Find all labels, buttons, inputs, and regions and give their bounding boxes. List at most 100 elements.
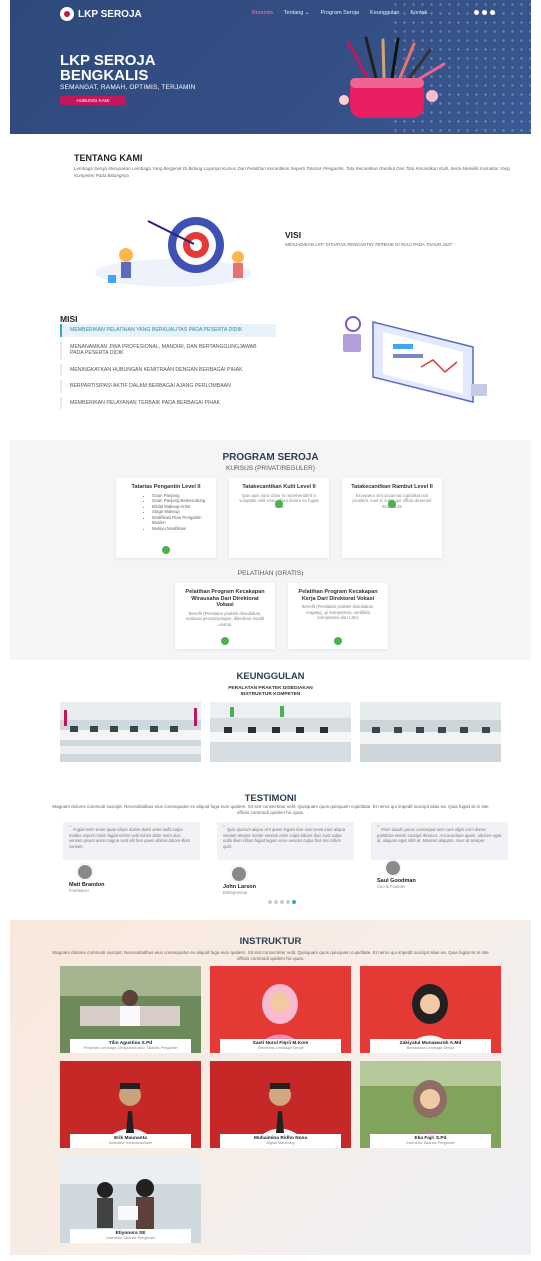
about-section: TENTANG KAMI Lembaga Seroja Merupakan Le… bbox=[10, 150, 531, 190]
nav-item-beranda[interactable]: Beranda bbox=[252, 10, 273, 16]
instructor-label: Zakiyatul Munawaroh A.Md Bendahara Lemba… bbox=[370, 1039, 491, 1053]
author-role: Freelancer bbox=[69, 888, 90, 893]
instructor-label: Tilin Agustina S.Pd Pimpinan Lembaga Ser… bbox=[70, 1039, 191, 1053]
logo[interactable]: LKP SEROJA bbox=[60, 7, 142, 21]
course-title: Tatakecantikan Rambut Level II bbox=[351, 484, 433, 490]
avatar bbox=[385, 860, 401, 876]
classroom-photo bbox=[360, 702, 501, 762]
navbar: LKP SEROJA Beranda Tentang ⌄ Program Ser… bbox=[10, 7, 531, 25]
instructor-role: Pimpinan Lembaga Seroja/Instruktur Tatar… bbox=[83, 1046, 178, 1050]
advantages-section: KEUNGGULAN PERALATAN PRAKTEK DISEDIAKAN … bbox=[10, 665, 531, 775]
program-title: PROGRAM SEROJA bbox=[222, 452, 319, 463]
training-description: Benefit (Peralatan praktek disediakan, m… bbox=[301, 604, 375, 621]
makeup-bag-illustration bbox=[339, 36, 446, 118]
instructor-role: Bendahara Lembaga Seroja bbox=[406, 1046, 455, 1050]
instructor-title: INSTRUKTUR bbox=[239, 936, 302, 947]
mission-item[interactable]: MENANAMKAN JIWA PROFESIONAL, MANDIRI, DA… bbox=[60, 340, 276, 360]
testimonial-lead: Magnam dolores commodi suscipit. Necessi… bbox=[52, 804, 489, 815]
instructor-role: Sekretaris Lembaga Seroja bbox=[257, 1046, 304, 1050]
target-illustration bbox=[95, 217, 251, 287]
instructor-card[interactable]: Eka Fajri S.Pd Instruktur Tatarias Penga… bbox=[360, 1061, 501, 1148]
carousel-pager bbox=[268, 900, 296, 904]
mission-item[interactable]: MEMBERIKAN PELATIHAN YANG BERKUALITAS PA… bbox=[60, 324, 276, 337]
testimonial-quote: Fugiat enim eram quae cillum dolore dolo… bbox=[69, 827, 191, 849]
testimonial-author: Saul Goodman Ceo & Founder bbox=[371, 860, 508, 889]
instructor-lead: Magnam dolores commodi suscipit. Necessi… bbox=[52, 950, 489, 961]
training-card[interactable]: Pelatihan Program Kecakapan Wirausaha Da… bbox=[175, 583, 275, 649]
testimonial-title: TESTIMONI bbox=[244, 793, 297, 804]
mission-item[interactable]: MEMBERIKAN PELAYANAN TERBAIK PADA BERBAG… bbox=[60, 396, 276, 409]
instructor-card[interactable]: Muhaimina Ridho Nosa Digital Marketing bbox=[210, 1061, 351, 1148]
course-toggle-icon[interactable] bbox=[388, 500, 396, 508]
testimonial-card: “ Proin iaculis purus consequat sem cure… bbox=[371, 822, 508, 860]
instructor-label: Muhaimina Ridho Nosa Digital Marketing bbox=[220, 1134, 341, 1148]
course-list-item: Gaun Panjang Berkerudung bbox=[152, 498, 208, 504]
dashboard-illustration bbox=[343, 316, 487, 403]
nav-item-tentang[interactable]: Tentang ⌄ bbox=[284, 10, 310, 16]
nav-item-kontak[interactable]: Kontak bbox=[410, 10, 427, 16]
instructor-label: Etiyonora SE Instruktur Tatarias Pengant… bbox=[70, 1229, 191, 1243]
training-title: Pelatihan Program Kecakapan Kerja Dari D… bbox=[298, 589, 378, 602]
course-toggle-icon[interactable] bbox=[162, 546, 170, 554]
advantages-subtitle-line: INSTRUKTUR KOMPETEN bbox=[240, 692, 301, 697]
instructor-card[interactable]: Sasti Nurul Fiqrii M.Kom Sekretaris Lemb… bbox=[210, 966, 351, 1053]
course-title: Tatarias Pengantin Level II bbox=[131, 484, 201, 490]
course-list: Gaun Panjang Gaun Panjang Berkerudung Br… bbox=[124, 493, 208, 532]
instructor-role: Instruktur Tatarias Pengantin bbox=[406, 1141, 455, 1145]
nav-menu: Beranda Tentang ⌄ Program Seroja Keunggu… bbox=[252, 10, 428, 16]
testimonial-section: TESTIMONI Magnam dolores commodi suscipi… bbox=[10, 790, 531, 904]
vision-title: VISI bbox=[285, 230, 302, 240]
nav-item-program[interactable]: Program Seroja bbox=[321, 10, 360, 16]
course-card[interactable]: Tatakecantikan Rambut Level II Excepteur… bbox=[342, 478, 442, 558]
training-title: Pelatihan Program Kecakapan Wirausaha Da… bbox=[185, 589, 265, 608]
instructor-section: INSTRUKTUR Magnam dolores commodi suscip… bbox=[10, 920, 531, 1255]
training-toggle-icon[interactable] bbox=[334, 637, 342, 645]
course-list-item: Modifikasi Riau Pengantin Muslim bbox=[152, 515, 208, 526]
social-links bbox=[474, 10, 495, 15]
instructor-role: Instruktur Kewirausahaan bbox=[108, 1141, 153, 1145]
course-toggle-icon[interactable] bbox=[275, 500, 283, 508]
avatar bbox=[231, 866, 247, 882]
facebook-icon[interactable] bbox=[482, 10, 487, 15]
mission-item[interactable]: BERPARTISIPASI AKTIF DALAM BERBAGAI AJAN… bbox=[60, 380, 276, 393]
testimonial-quote: Proin iaculis purus consequat sem cure d… bbox=[377, 827, 502, 843]
instagram-icon[interactable] bbox=[490, 10, 495, 15]
instructor-label: Sasti Nurul Fiqrii M.Kom Sekretaris Lemb… bbox=[220, 1039, 341, 1053]
about-title: TENTANG KAMI bbox=[74, 153, 143, 163]
mission-title: MISI bbox=[60, 314, 78, 324]
instructor-card[interactable]: Tilin Agustina S.Pd Pimpinan Lembaga Ser… bbox=[60, 966, 201, 1053]
pager-dot[interactable] bbox=[286, 900, 290, 904]
pager-dot[interactable] bbox=[280, 900, 284, 904]
training-card[interactable]: Pelatihan Program Kecakapan Kerja Dari D… bbox=[288, 583, 388, 649]
course-title: Tatakecantikan Kulit Level II bbox=[242, 484, 316, 490]
advantages-title: KEUNGGULAN bbox=[236, 671, 305, 682]
kursus-label: KURSUS (PRIVAT/REGULER) bbox=[226, 465, 315, 472]
contact-button[interactable]: HUBUNGI KAMI bbox=[60, 96, 126, 105]
training-toggle-icon[interactable] bbox=[221, 637, 229, 645]
about-description: Lembaga Seroja Merupakan Lembaga Yang Be… bbox=[74, 166, 510, 178]
instructor-label: Erik Maunanta Instruktur Kewirausahaan bbox=[70, 1134, 191, 1148]
pager-dot[interactable] bbox=[268, 900, 272, 904]
vision-description: MENJADIKAN LKP TATARIAS PENGANTIN TERBAI… bbox=[285, 242, 453, 247]
testimonial-quote: Quis quorum aliqua sint quem legam fore … bbox=[223, 827, 346, 849]
hero-title: LKP SEROJA BENGKALIS bbox=[60, 52, 156, 84]
testimonial-author: John Larson Entrepreneur bbox=[217, 866, 354, 895]
instructor-card[interactable]: Zakiyatul Munawaroh A.Md Bendahara Lemba… bbox=[360, 966, 501, 1053]
pelatihan-label: PELATIHAN (GRATIS) bbox=[237, 570, 304, 577]
avatar bbox=[77, 864, 93, 880]
instructor-card[interactable]: Erik Maunanta Instruktur Kewirausahaan bbox=[60, 1061, 201, 1148]
nav-item-keunggulan[interactable]: Keunggulan bbox=[370, 10, 399, 16]
mission-item[interactable]: MENINGKATKAN HUBUNGAN KEMITRAAN DENGAN B… bbox=[60, 363, 276, 376]
pager-dot[interactable] bbox=[274, 900, 278, 904]
author-role: Entrepreneur bbox=[223, 890, 248, 895]
mission-section: MISI MEMBERIKAN PELATIHAN YANG BERKUALIT… bbox=[10, 310, 531, 435]
twitter-icon[interactable] bbox=[474, 10, 479, 15]
hero-subtitle: SEMANGAT, RAMAH, OPTIMIS, TERJAMIN bbox=[60, 84, 196, 91]
course-card[interactable]: Tatakecantikan Kulit Level II Quis quis … bbox=[229, 478, 329, 558]
logo-icon bbox=[60, 7, 74, 21]
testimonial-card: “ Fugiat enim eram quae cillum dolore do… bbox=[63, 822, 200, 860]
instructor-card[interactable]: Etiyonora SE Instruktur Tatarias Pengant… bbox=[60, 1156, 201, 1243]
pager-dot-active[interactable] bbox=[292, 900, 296, 904]
course-card[interactable]: Tatarias Pengantin Level II Gaun Panjang… bbox=[116, 478, 216, 558]
testimonial-author: Matt Brandon Freelancer bbox=[63, 864, 200, 893]
